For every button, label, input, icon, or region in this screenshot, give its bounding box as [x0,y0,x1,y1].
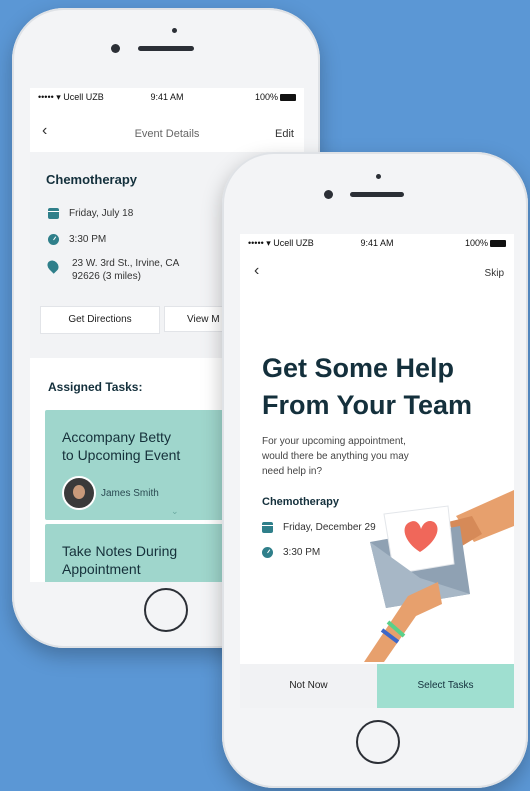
calendar-icon [48,208,59,219]
location-pin-icon [45,258,61,274]
battery-icon [490,240,506,247]
assigned-tasks-heading: Assigned Tasks: [48,380,143,394]
status-bar: ••••• ▾ Ucell UZB 9:41 AM 100% [30,88,304,104]
nav-title: Event Details [134,128,200,140]
event-time: 3:30 PM [48,234,106,245]
nav-bar: ‹ Event Details Edit [30,116,304,146]
proximity-sensor [172,28,177,33]
get-help-screen: ••••• ▾ Ucell UZB 9:41 AM 100% ‹ Skip Ge… [240,234,514,708]
nav-bar: ‹ Skip [240,258,514,288]
battery: 100% [465,238,506,248]
assignee-name: James Smith [101,488,159,499]
home-button[interactable] [144,588,188,632]
earpiece-speaker [138,46,194,51]
event-title: Chemotherapy [262,496,340,508]
front-camera [111,44,120,53]
front-camera [324,190,333,199]
home-button[interactable] [356,720,400,764]
calendar-icon [262,522,273,533]
phone-front: ••••• ▾ Ucell UZB 9:41 AM 100% ‹ Skip Ge… [222,152,528,788]
proximity-sensor [376,174,381,179]
clock-icon [48,234,59,245]
task-title: Take Notes During Appointment [62,543,178,577]
avatar-face [73,485,85,499]
back-chevron-icon[interactable]: ‹ [254,262,259,280]
avatar [62,476,96,510]
event-title: Chemotherapy [46,172,138,187]
clock-icon [262,547,273,558]
select-tasks-button[interactable]: Select Tasks [377,664,514,708]
get-directions-button[interactable]: Get Directions [40,306,160,334]
heart-envelope-illustration [364,490,514,662]
chevron-down-icon[interactable]: ⌄ [171,506,179,517]
battery-icon [280,94,296,101]
earpiece-speaker [350,192,404,197]
not-now-button[interactable]: Not Now [240,664,377,708]
event-address: 23 W. 3rd St., Irvine, CA 92626 (3 miles… [45,258,179,282]
battery: 100% [255,92,296,102]
event-time: 3:30 PM [262,547,320,558]
status-bar: ••••• ▾ Ucell UZB 9:41 AM 100% [240,234,514,250]
edit-link[interactable]: Edit [275,128,294,140]
page-heading: Get Some Help From Your Team [262,353,473,420]
event-date: Friday, December 29 [262,522,376,533]
skip-link[interactable]: Skip [485,268,504,279]
intro-text: For your upcoming appointment, would the… [262,436,409,477]
event-date: Friday, July 18 [48,208,133,219]
task-title: Accompany Betty to Upcoming Event [62,429,181,463]
